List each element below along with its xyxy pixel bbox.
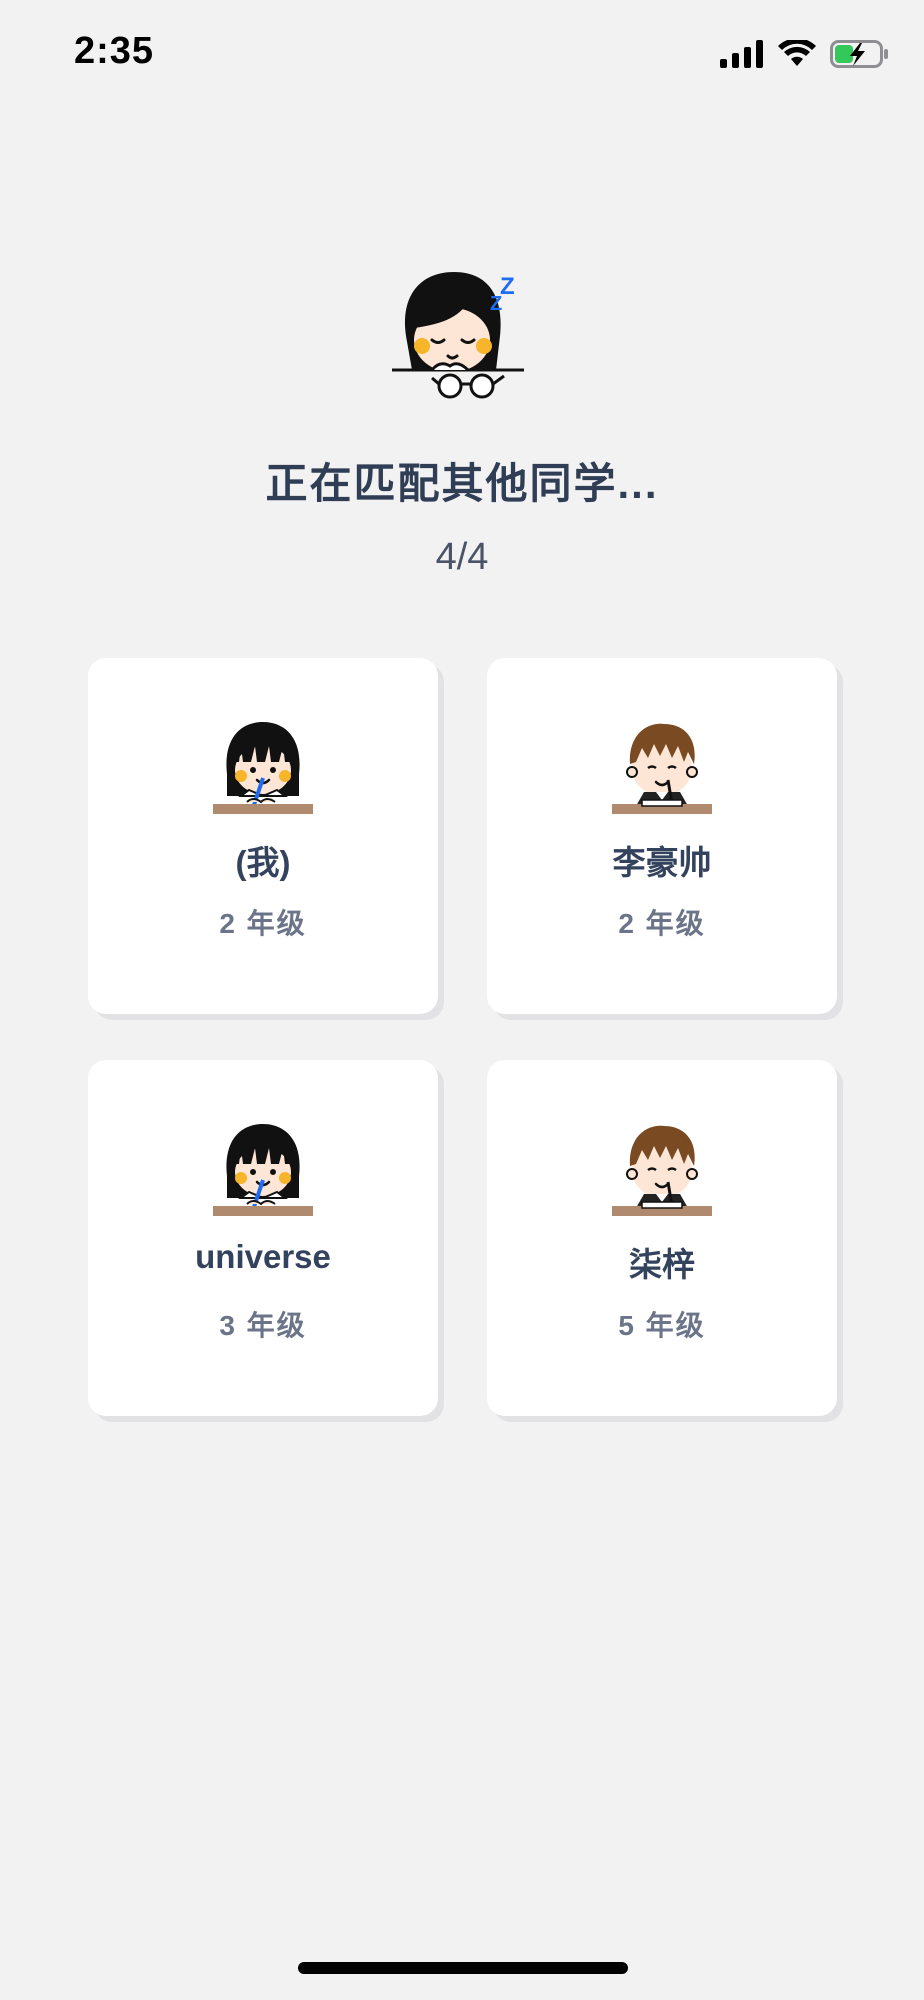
boy-student-icon (612, 716, 712, 816)
status-icons (720, 40, 890, 68)
svg-text:Z: Z (490, 293, 502, 315)
student-grade: 2 年级 (618, 908, 706, 939)
student-grade: 2 年级 (219, 908, 307, 939)
matching-title: 正在匹配其他同学... (265, 460, 659, 507)
student-name: (我) (235, 844, 291, 881)
boy-student-icon (612, 1118, 712, 1218)
student-name: 柒梓 (629, 1246, 695, 1283)
girl-student-icon (213, 716, 313, 816)
status-time: 2:35 (74, 30, 155, 72)
student-grade: 5 年级 (618, 1310, 706, 1341)
home-indicator[interactable] (298, 1962, 628, 1974)
status-bar: 2:35 (0, 0, 924, 110)
match-count: 4/4 (435, 536, 489, 578)
wifi-icon (778, 40, 816, 66)
battery-charging-icon (830, 40, 888, 68)
student-card[interactable]: 李豪帅 2 年级 (487, 658, 837, 1014)
student-card[interactable]: (我) 2 年级 (88, 658, 438, 1014)
student-name: universe (195, 1238, 331, 1275)
girl-student-icon (213, 1118, 313, 1218)
sleeping-girl-icon: Z Z (392, 266, 532, 406)
cellular-signal-icon (720, 40, 763, 68)
student-grade: 3 年级 (219, 1310, 307, 1341)
student-card[interactable]: universe 3 年级 (88, 1060, 438, 1416)
student-card[interactable]: 柒梓 5 年级 (487, 1060, 837, 1416)
student-name: 李豪帅 (612, 844, 712, 881)
